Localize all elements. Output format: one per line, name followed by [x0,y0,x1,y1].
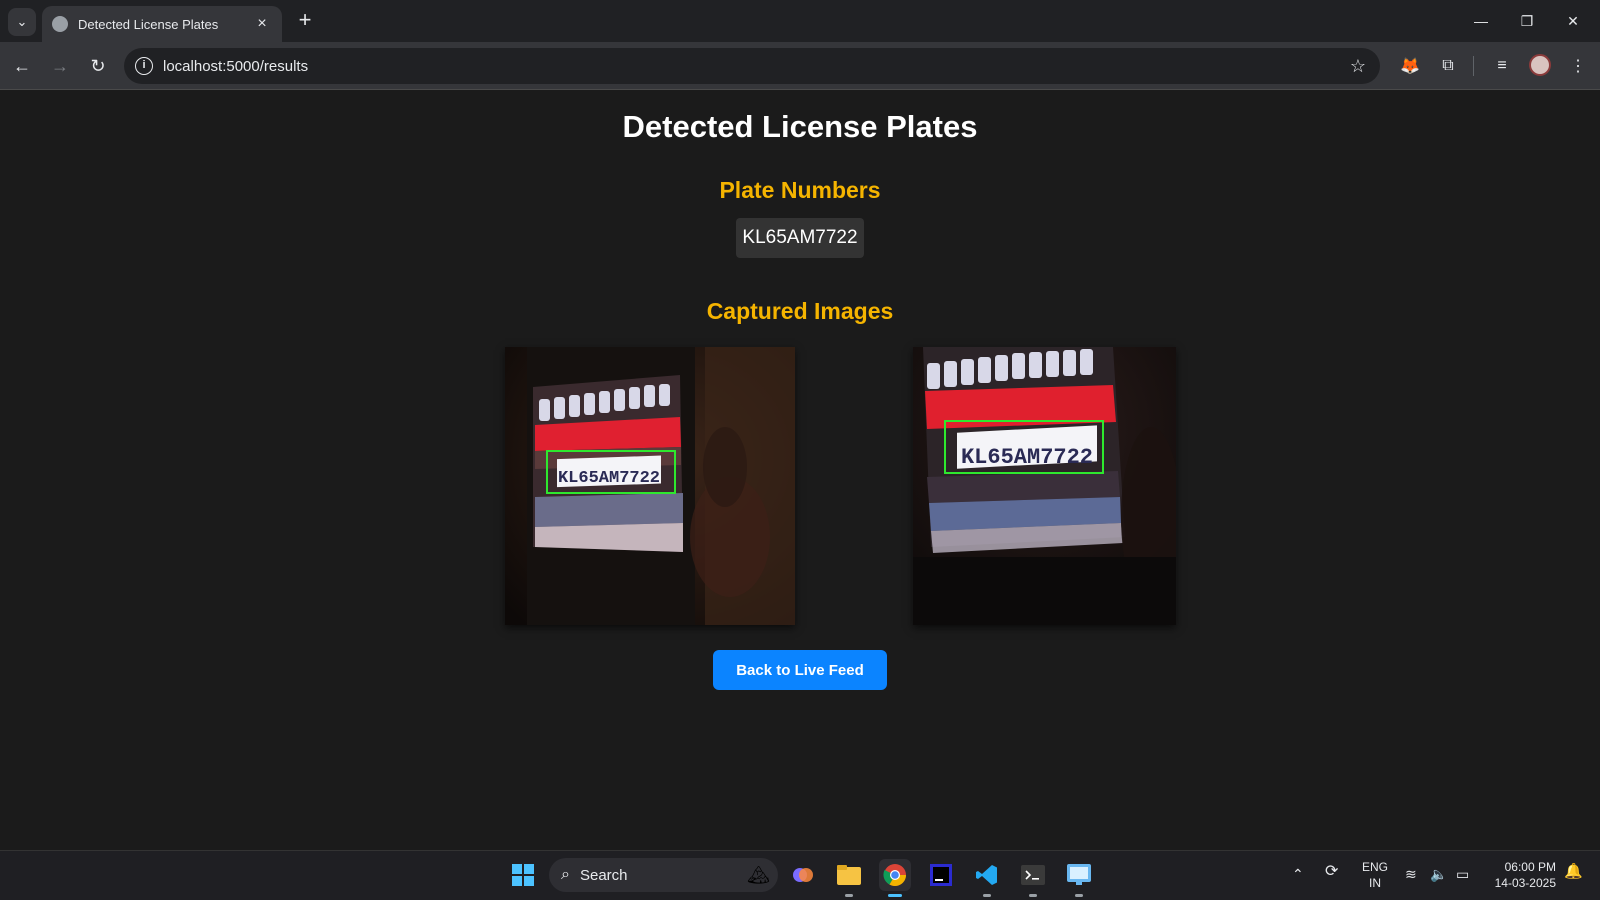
search-icon: ⌕ [561,866,570,883]
clock-time: 06:00 PM [1504,860,1556,874]
back-to-live-feed-button[interactable]: Back to Live Feed [713,650,887,690]
intellij-icon[interactable] [925,859,957,891]
running-indicator [983,894,991,897]
captured-image-1: KL65AM7722 [505,347,795,625]
volume-icon[interactable]: 🔈 [1430,866,1447,882]
battery-icon[interactable]: ▭ [1456,866,1469,882]
chrome-icon[interactable] [879,859,911,897]
extensions-puzzle-icon[interactable]: ⧉ [1436,54,1460,78]
plate-text-1: KL65AM7722 [558,469,660,488]
site-info-icon[interactable]: i [135,57,153,75]
globe-icon [52,16,68,32]
toolbar-divider [1473,56,1474,76]
profile-avatar[interactable] [1529,54,1551,76]
running-indicator [1075,894,1083,897]
clock[interactable]: 06:00 PM 14-03-2025 [1486,859,1556,891]
captured-image-2: KL65AM7722 [913,347,1176,625]
page-content: Detected License Plates Plate Numbers KL… [0,91,1600,850]
close-tab-icon[interactable]: × [252,15,272,33]
reload-icon[interactable]: ↻ [84,52,112,80]
language-indicator[interactable]: ENG IN [1360,859,1390,891]
copilot-icon[interactable] [787,859,819,891]
running-indicator [1029,894,1037,897]
notification-bell-icon[interactable]: 🔔 [1564,864,1583,880]
wifi-icon[interactable]: ≋ [1405,866,1417,882]
tab-active[interactable]: Detected License Plates × [42,6,282,42]
vscode-icon[interactable] [971,859,1003,897]
close-window-icon[interactable]: ✕ [1550,0,1596,42]
url-text[interactable]: localhost:5000/results [163,58,1350,75]
file-explorer-icon[interactable] [833,859,865,897]
new-tab-plus-icon[interactable]: + [292,8,318,34]
restore-icon[interactable]: ❐ [1504,0,1550,42]
clock-date: 14-03-2025 [1494,876,1556,890]
plates-heading: Plate Numbers [719,177,881,203]
tab-search-chevron-icon[interactable]: ⌄ [8,8,36,36]
minimize-icon[interactable]: — [1458,0,1504,42]
address-bar[interactable]: i localhost:5000/results ☆ [124,48,1380,84]
tab-title: Detected License Plates [78,16,219,32]
taskbar-search-label: Search [579,866,628,884]
tab-strip: ⌄ Detected License Plates × + — ❐ ✕ [0,0,1600,42]
taskbar-search-box[interactable]: ⌕ Search 🏔 [549,858,778,892]
forward-arrow-icon[interactable]: → [46,52,74,80]
extension-mascot-icon[interactable]: 🦊 [1398,54,1422,78]
plate-text-2: KL65AM7722 [961,445,1093,470]
running-indicator [845,894,853,897]
page-title: Detected License Plates [622,109,978,144]
remote-desktop-icon[interactable] [1063,859,1095,897]
chevron-up-icon[interactable]: ⌃ [1292,866,1304,882]
plate-number-chip: KL65AM7722 [736,218,864,258]
bookmark-star-icon[interactable]: ☆ [1350,56,1366,77]
language-code: ENG [1361,860,1388,874]
images-heading: Captured Images [706,298,894,324]
sync-icon[interactable]: ⟳ [1325,864,1338,880]
search-highlight-icon: 🏔 [747,864,770,885]
windows-start-icon[interactable] [507,859,539,891]
menu-kebab-icon[interactable]: ⋮ [1566,54,1590,78]
active-indicator [888,894,902,897]
back-arrow-icon[interactable]: ← [8,52,36,80]
media-controls-icon[interactable]: ≡ [1490,54,1514,78]
region-code: IN [1369,876,1381,890]
browser-toolbar: ← → ↻ i localhost:5000/results ☆ [0,42,1600,90]
terminal-icon[interactable] [1017,859,1049,897]
